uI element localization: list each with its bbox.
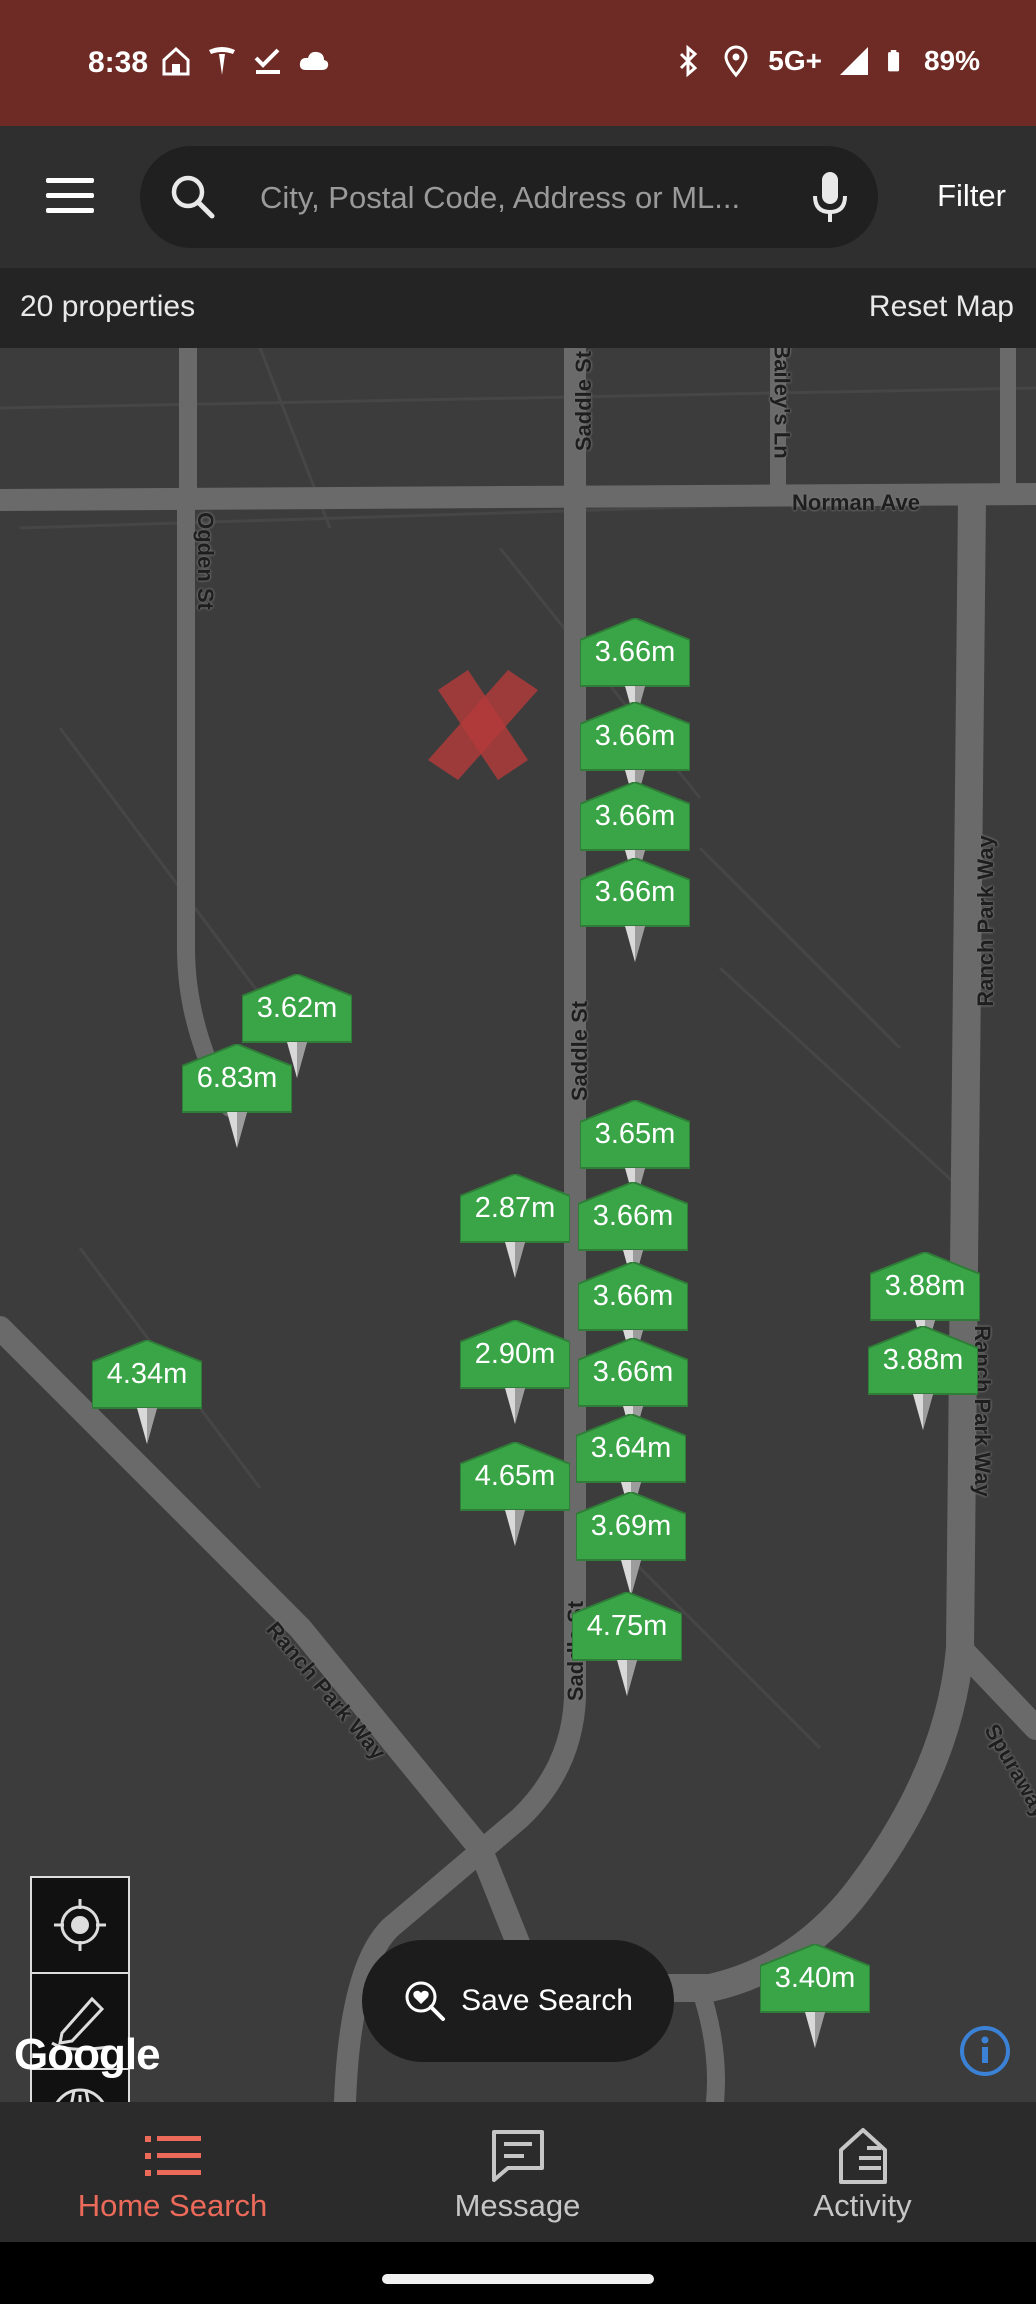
- map-pin-icon: [182, 1044, 292, 1148]
- street-label: Saddle St: [567, 1000, 593, 1102]
- map-pin-icon: [576, 1492, 686, 1596]
- pin-price: 4.75m: [586, 1610, 668, 1642]
- tasks-icon: [254, 48, 280, 74]
- status-bar: 8:38 5G+ 89%: [0, 0, 1036, 126]
- notification-icons: [160, 44, 330, 78]
- status-right: 5G+ 89%: [672, 44, 980, 78]
- map-view[interactable]: Saddle St Bailey's Ln Norman Ave Ogden S…: [0, 348, 1036, 2102]
- info-icon[interactable]: [958, 2024, 1012, 2078]
- results-bar: 20 properties Reset Map: [0, 268, 1036, 350]
- bluetooth-icon: [680, 44, 698, 78]
- street-label: Ogden St: [192, 512, 218, 610]
- map-pin-icon: [92, 1340, 202, 1444]
- pin-price: 3.66m: [592, 1200, 674, 1232]
- property-pin[interactable]: 2.90m: [460, 1320, 570, 1430]
- nav-label: Activity: [813, 2188, 912, 2223]
- menu-icon[interactable]: [40, 166, 100, 226]
- pin-price: 2.90m: [474, 1338, 556, 1370]
- search-input[interactable]: [258, 170, 822, 226]
- search-icon[interactable]: [168, 172, 218, 222]
- battery-icon: [888, 50, 900, 72]
- save-search-label: Save Search: [461, 1984, 633, 2017]
- pin-price: 4.65m: [474, 1460, 556, 1492]
- map-pin-icon: [460, 1442, 570, 1546]
- property-pin[interactable]: 4.65m: [460, 1442, 570, 1552]
- property-pin[interactable]: 3.88m: [868, 1326, 978, 1436]
- microphone-icon[interactable]: [808, 168, 852, 226]
- locate-icon: [54, 1899, 106, 1951]
- list-icon: [144, 2136, 201, 2176]
- property-count: 20 properties: [20, 290, 196, 323]
- map-pin-icon: [572, 1592, 682, 1696]
- map-pin-icon: [580, 858, 690, 962]
- google-logo: Google: [14, 2030, 161, 2079]
- road-icon: [55, 2088, 105, 2102]
- property-pin[interactable]: 3.69m: [576, 1492, 686, 1602]
- pin-price: 3.65m: [594, 1118, 676, 1150]
- gesture-area: [0, 2242, 1036, 2304]
- nav-label: Message: [454, 2188, 581, 2223]
- locate-button[interactable]: [32, 1878, 128, 1974]
- street-label: Bailey's Ln: [769, 348, 795, 459]
- property-pin[interactable]: 3.40m: [760, 1944, 870, 2054]
- home-gesture-bar[interactable]: [382, 2274, 654, 2284]
- nav-home-search[interactable]: Home Search: [0, 2102, 345, 2242]
- street-label: Norman Ave: [792, 490, 920, 515]
- pin-price: 3.40m: [774, 1962, 856, 1994]
- pin-price: 3.66m: [592, 1280, 674, 1312]
- pin-price: 3.88m: [882, 1344, 964, 1376]
- close-marker-icon: [428, 670, 538, 780]
- tesla-icon: [209, 47, 235, 75]
- pin-price: 3.66m: [594, 876, 676, 908]
- signal-icon: [839, 47, 868, 75]
- app-bar: Filter: [0, 126, 1036, 268]
- pin-price: 3.64m: [590, 1432, 672, 1464]
- map-pin-icon: [460, 1174, 570, 1278]
- property-pin[interactable]: 4.34m: [92, 1340, 202, 1450]
- pin-price: 6.83m: [196, 1062, 278, 1094]
- pin-price: 3.66m: [594, 636, 676, 668]
- filter-button[interactable]: Filter: [937, 178, 1006, 214]
- pin-price: 3.66m: [592, 1356, 674, 1388]
- cloud-icon: [299, 51, 329, 70]
- message-icon: [491, 2130, 544, 2182]
- pin-price: 3.66m: [594, 800, 676, 832]
- save-search-icon: [405, 1981, 446, 2021]
- activity-icon: [838, 2128, 887, 2184]
- reset-map-button[interactable]: Reset Map: [869, 290, 1014, 324]
- battery-label: 89%: [923, 45, 980, 76]
- pin-price: 3.66m: [594, 720, 676, 752]
- map-pin-icon: [868, 1326, 978, 1430]
- bottom-nav: Home Search Message Activity: [0, 2102, 1036, 2242]
- street-label: Saddle St: [571, 350, 597, 452]
- map-pin-icon: [460, 1320, 570, 1424]
- pin-price: 3.62m: [256, 992, 338, 1024]
- home-notification-icon: [162, 46, 190, 76]
- nav-label: Home Search: [77, 2188, 268, 2223]
- map-pin-icon: [760, 1944, 870, 2048]
- property-pin[interactable]: 2.87m: [460, 1174, 570, 1284]
- pin-price: 3.69m: [590, 1510, 672, 1542]
- pin-price: 3.88m: [884, 1270, 966, 1302]
- search-bar[interactable]: [140, 146, 878, 248]
- pin-price: 2.87m: [474, 1192, 556, 1224]
- property-pin[interactable]: 4.75m: [572, 1592, 682, 1702]
- pin-price: 4.34m: [106, 1358, 188, 1390]
- network-label: 5G+: [768, 45, 822, 76]
- nav-activity[interactable]: Activity: [690, 2102, 1035, 2242]
- property-pin[interactable]: 6.83m: [182, 1044, 292, 1154]
- nav-message[interactable]: Message: [345, 2102, 690, 2242]
- street-label: Ranch Park Way: [972, 835, 998, 1007]
- property-pin[interactable]: 3.66m: [580, 858, 690, 968]
- save-search-button[interactable]: Save Search: [362, 1940, 674, 2062]
- location-icon: [724, 45, 748, 78]
- status-time: 8:38: [88, 46, 149, 79]
